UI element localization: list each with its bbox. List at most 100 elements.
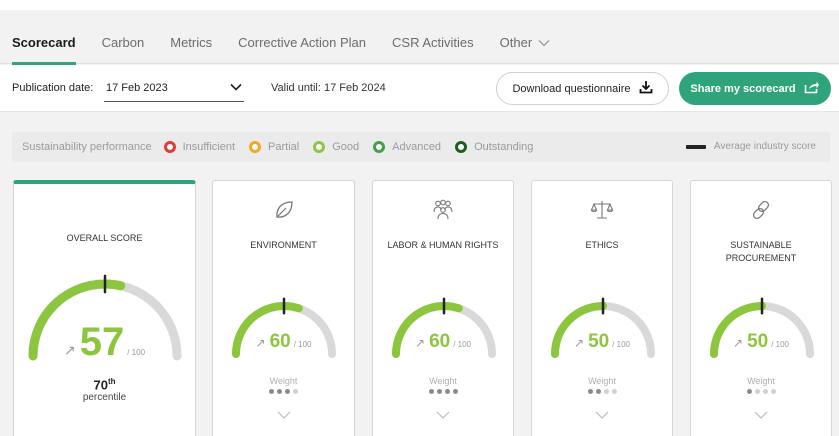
expand-chevron-icon[interactable] [213, 411, 354, 419]
legend-item-insufficient: Insufficient [163, 141, 236, 153]
publication-date-select[interactable]: 17 Feb 2023 [104, 74, 244, 102]
legend-dot-icon [249, 141, 262, 153]
weight-dot [277, 389, 282, 394]
environment-card: ENVIRONMENT ↗ 60 / 100 Weight [212, 180, 355, 436]
legend-average-industry: Average industry score [685, 141, 816, 152]
scorecard-toolbar: Publication date: 17 Feb 2023 Valid unti… [0, 65, 839, 112]
legend-item-outstanding: Outstanding [455, 141, 533, 153]
card-title: ETHICS [585, 240, 619, 250]
legend-dot-icon [373, 141, 386, 153]
tab-scorecard[interactable]: Scorecard [12, 22, 76, 65]
legend-title: Sustainability performance [22, 141, 152, 153]
tab-other[interactable]: Other [500, 22, 551, 64]
legend-label: Good [332, 141, 360, 153]
weight-indicator [691, 389, 831, 394]
weight-dot [603, 389, 609, 394]
legend-dot-icon [313, 141, 326, 153]
tab-label: Carbon [101, 35, 145, 50]
legend-label: Partial [268, 141, 300, 153]
weight-dot [428, 389, 434, 394]
weight-label: Weight [429, 376, 457, 386]
weight-dot [754, 389, 760, 394]
download-icon [639, 80, 653, 97]
expand-chevron-icon[interactable] [532, 411, 672, 419]
weight-label: Weight [747, 376, 775, 386]
tab-label: Corrective Action Plan [238, 35, 367, 50]
percentile-suffix: th [107, 377, 116, 386]
percentile-number: 70 [93, 377, 108, 393]
chevron-down-icon [538, 39, 550, 47]
sustainable-procurement-card: SUSTAINABLE PROCUREMENT ↗ 50 / 100 Weigh… [690, 180, 832, 436]
legend-label: Average industry score [713, 141, 816, 152]
weight-dot [770, 389, 776, 394]
weight-indicator [373, 389, 513, 394]
score-max: / 100 [453, 340, 471, 349]
tab-corrective-action-plan[interactable]: Corrective Action Plan [238, 22, 366, 64]
weight-indicator [213, 389, 354, 394]
legend-dot-icon [455, 141, 468, 153]
card-title: ENVIRONMENT [250, 240, 317, 250]
tab-label: Scorecard [12, 35, 76, 50]
tab-csr-activities[interactable]: CSR Activities [392, 22, 474, 64]
share-scorecard-label: Share my scorecard [690, 82, 796, 95]
score-number: 57 [79, 320, 125, 364]
legend-item-partial: Partial [249, 141, 299, 153]
legend-item-advanced: Advanced [373, 141, 441, 153]
weight-dot [444, 389, 450, 394]
tab-carbon[interactable]: Carbon [102, 22, 145, 64]
weight-dot [269, 389, 274, 394]
environment-score-value: ↗ 60 / 100 [213, 331, 354, 353]
legend-label: Insufficient [182, 141, 236, 153]
score-number: 50 [747, 331, 769, 352]
percentile-block: 70th percentile [14, 377, 195, 403]
weight-dot [436, 389, 442, 394]
tab-label: Other [499, 35, 533, 50]
share-icon [804, 80, 820, 97]
chain-link-icon [691, 199, 831, 221]
top-bar [0, 0, 839, 10]
tab-metrics[interactable]: Metrics [170, 22, 212, 64]
legend-item-good: Good [313, 141, 359, 153]
ethics-score-value: ↗ 50 / 100 [532, 331, 672, 353]
weight-dot [293, 389, 298, 394]
percentile-value: 70th [14, 377, 195, 392]
valid-until-text: Valid until: 17 Feb 2024 [271, 82, 386, 94]
weight-dot [762, 389, 768, 394]
tab-bar: Scorecard Carbon Metrics Corrective Acti… [0, 22, 839, 65]
score-max: / 100 [771, 340, 789, 349]
arrow-up-right-icon: ↗ [415, 336, 426, 350]
labor-score-value: ↗ 60 / 100 [373, 331, 513, 353]
download-questionnaire-button[interactable]: Download questionnaire [496, 72, 669, 105]
tab-label: Metrics [170, 35, 213, 50]
weight-indicator [532, 389, 672, 394]
performance-legend: Sustainability performance Insufficient … [12, 132, 830, 162]
chevron-down-icon [230, 82, 242, 94]
weight-label: Weight [588, 376, 616, 386]
download-questionnaire-label: Download questionnaire [512, 82, 631, 95]
arrow-up-right-icon: ↗ [63, 342, 76, 358]
publication-date-value: 17 Feb 2023 [106, 81, 168, 94]
weight-dot [611, 389, 617, 394]
leaf-icon [213, 199, 354, 221]
legend-label: Outstanding [474, 141, 534, 153]
arrow-up-right-icon: ↗ [574, 336, 585, 350]
overall-score-card: OVERALL SCORE ↗ 57 / 100 70th percentile [13, 180, 196, 436]
percentile-label: percentile [82, 392, 127, 404]
share-scorecard-button[interactable]: Share my scorecard [679, 72, 831, 105]
expand-chevron-icon[interactable] [691, 411, 831, 419]
legend-dot-icon [163, 141, 176, 153]
card-title: LABOR & HUMAN RIGHTS [387, 240, 499, 250]
tab-label: CSR Activities [392, 35, 474, 50]
labor-human-rights-card: LABOR & HUMAN RIGHTS ↗ 60 / 100 Weight [372, 180, 514, 436]
card-title: OVERALL SCORE [66, 233, 143, 243]
expand-chevron-icon[interactable] [373, 411, 513, 419]
scales-icon [532, 199, 672, 221]
weight-dot [595, 389, 601, 394]
weight-dot [746, 389, 752, 394]
score-max: / 100 [127, 348, 146, 357]
score-number: 60 [269, 331, 291, 352]
legend-label: Advanced [392, 141, 442, 153]
procurement-score-value: ↗ 50 / 100 [691, 331, 831, 353]
overall-score-value: ↗ 57 / 100 [14, 320, 195, 365]
weight-label: Weight [269, 376, 298, 386]
